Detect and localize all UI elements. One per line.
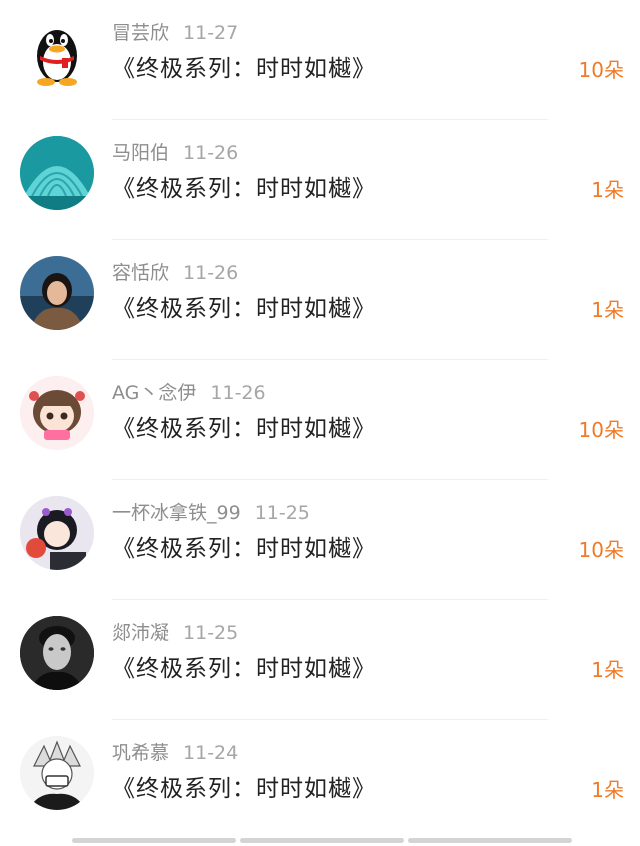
list-item[interactable]: 容恬欣 11-26 《终极系列：时时如樾》 1朵 [0,240,640,360]
book-title: 《终极系列：时时如樾》 [112,656,376,682]
scrollbar-segment[interactable] [408,838,572,843]
user-name: 郯沛凝 [112,622,170,644]
record-date: 11-26 [183,142,239,164]
meta-line: 一杯冰拿铁_99 11-25 [112,500,310,526]
record-date: 11-26 [210,382,266,404]
meta-line: 马阳伯 11-26 [112,140,238,166]
anime-girl-pingpong-avatar[interactable] [20,496,94,570]
meta-line: AG丶念伊 11-26 [112,380,266,406]
book-title: 《终极系列：时时如樾》 [112,536,376,562]
user-name: 容恬欣 [112,262,170,284]
record-date: 11-24 [183,742,239,764]
horizontal-scrollbar[interactable] [72,838,572,844]
seashell-avatar[interactable] [20,136,94,210]
gift-amount: 10朵 [578,418,624,442]
list-item[interactable]: 冒芸欣 11-27 《终极系列：时时如樾》 10朵 [0,0,640,120]
book-title: 《终极系列：时时如樾》 [112,416,376,442]
book-title: 《终极系列：时时如樾》 [112,776,376,802]
list-item[interactable]: 一杯冰拿铁_99 11-25 《终极系列：时时如樾》 10朵 [0,480,640,600]
list-item[interactable]: 马阳伯 11-26 《终极系列：时时如樾》 1朵 [0,120,640,240]
book-title: 《终极系列：时时如樾》 [112,296,376,322]
user-name: AG丶念伊 [112,382,197,404]
man-bw-portrait-avatar[interactable] [20,616,94,690]
list-item[interactable]: 巩希慕 11-24 《终极系列：时时如樾》 1朵 [0,720,640,840]
list-item[interactable]: 郯沛凝 11-25 《终极系列：时时如樾》 1朵 [0,600,640,720]
girl-seaside-avatar[interactable] [20,256,94,330]
meta-line: 郯沛凝 11-25 [112,620,238,646]
scrollbar-segment[interactable] [72,838,236,843]
gift-record-list: 冒芸欣 11-27 《终极系列：时时如樾》 10朵 马阳伯 11-26 《终极系列：… [0,0,640,846]
record-date: 11-27 [183,22,239,44]
book-title: 《终极系列：时时如樾》 [112,56,376,82]
book-title: 《终极系列：时时如樾》 [112,176,376,202]
user-name: 冒芸欣 [112,22,170,44]
gift-amount: 1朵 [591,658,624,682]
anime-boy-mask-avatar[interactable] [20,736,94,810]
scrollbar-segment[interactable] [240,838,404,843]
qq-penguin-icon[interactable] [20,16,94,90]
list-item[interactable]: AG丶念伊 11-26 《终极系列：时时如樾》 10朵 [0,360,640,480]
user-name: 一杯冰拿铁_99 [112,502,241,524]
meta-line: 冒芸欣 11-27 [112,20,238,46]
anime-girl-pink-avatar[interactable] [20,376,94,450]
gift-amount: 10朵 [578,58,624,82]
record-date: 11-26 [183,262,239,284]
gift-amount: 1朵 [591,298,624,322]
record-date: 11-25 [183,622,239,644]
record-date: 11-25 [254,502,310,524]
meta-line: 巩希慕 11-24 [112,740,238,766]
gift-amount: 1朵 [591,778,624,802]
meta-line: 容恬欣 11-26 [112,260,238,286]
user-name: 巩希慕 [112,742,170,764]
user-name: 马阳伯 [112,142,170,164]
gift-amount: 10朵 [578,538,624,562]
gift-amount: 1朵 [591,178,624,202]
